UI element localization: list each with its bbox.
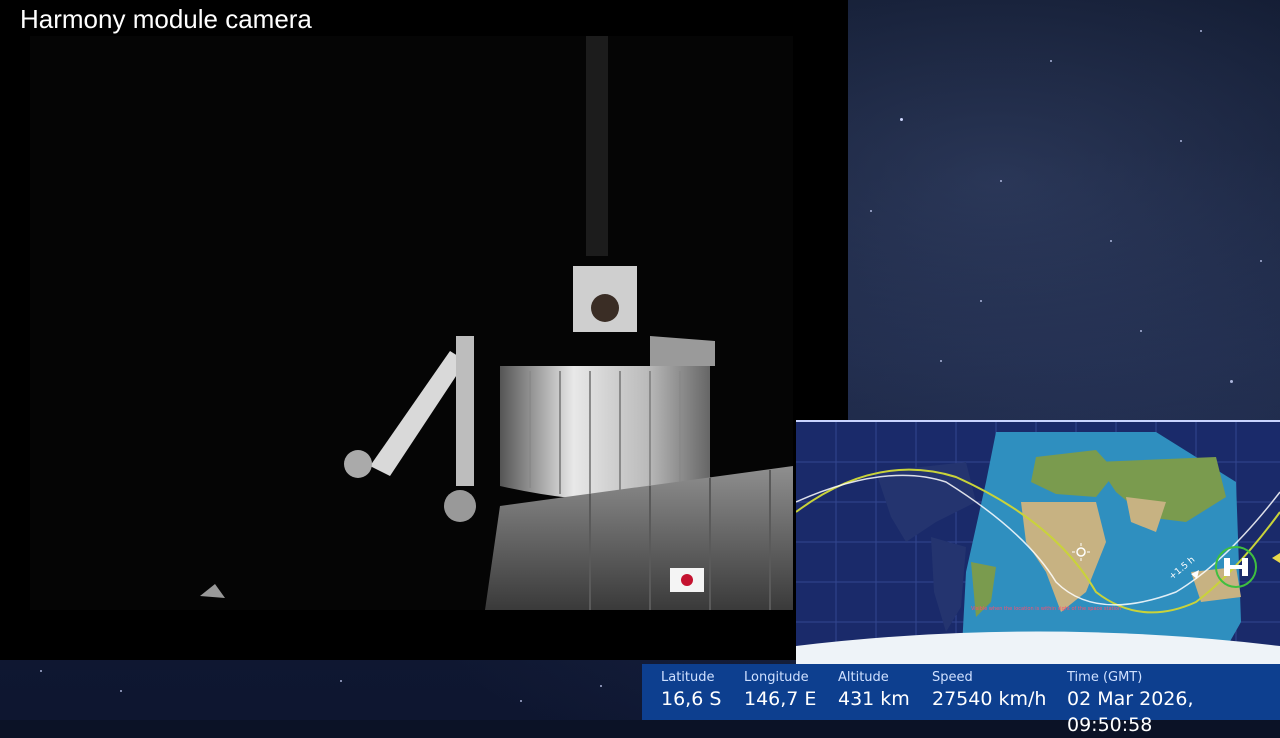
time-value: 02 Mar 2026, 09:50:58 xyxy=(1067,688,1194,736)
iss-exterior-view xyxy=(30,36,793,610)
longitude-field: Longitude 146,7 E xyxy=(744,670,816,712)
speed-label: Speed xyxy=(932,670,973,685)
telemetry-bar: Latitude 16,6 S Longitude 146,7 E Altitu… xyxy=(642,664,1280,736)
latitude-label: Latitude xyxy=(661,670,715,685)
map-caption: Visible when the location is within sigh… xyxy=(971,606,1121,612)
camera-title: Harmony module camera xyxy=(20,4,312,34)
altitude-label: Altitude xyxy=(838,670,889,685)
speed-value: 27540 km/h xyxy=(932,688,1047,710)
time-label: Time (GMT) xyxy=(1067,670,1143,685)
latitude-value: 16,6 S xyxy=(661,688,722,710)
camera-panel: Harmony module camera xyxy=(0,0,848,660)
altitude-value: 431 km xyxy=(838,688,910,710)
world-map: +1.5 h Visible when the location is with… xyxy=(796,422,1280,666)
ground-track-map: +1.5 h Visible when the location is with… xyxy=(796,420,1280,666)
speed-field: Speed 27540 km/h xyxy=(932,670,1046,712)
longitude-value: 146,7 E xyxy=(744,688,817,710)
latitude-field: Latitude 16,6 S xyxy=(661,670,721,712)
camera-feed xyxy=(30,36,793,610)
longitude-label: Longitude xyxy=(744,670,809,685)
altitude-field: Altitude 431 km xyxy=(838,670,910,712)
time-field: Time (GMT) 02 Mar 2026, 09:50:58 xyxy=(1067,670,1280,738)
